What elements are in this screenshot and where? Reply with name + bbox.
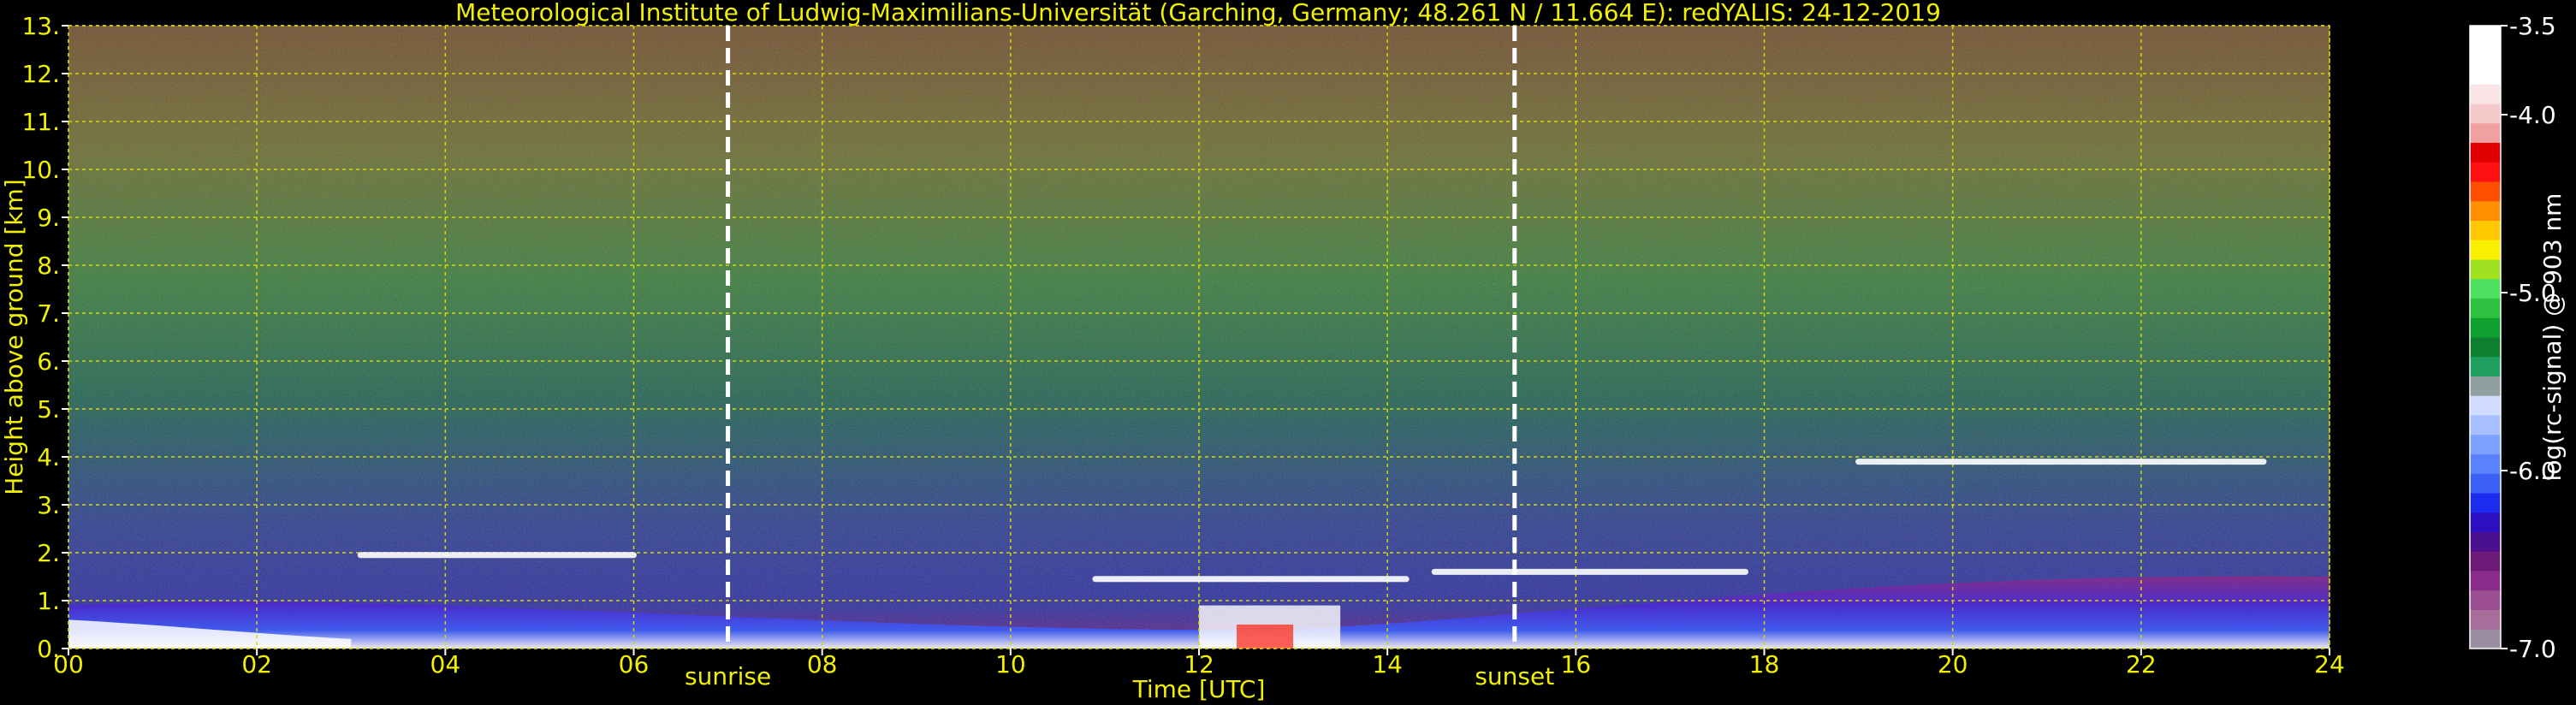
y-tick-label: 2. bbox=[37, 539, 60, 567]
colorbar-segment bbox=[2470, 64, 2501, 85]
colorbar-segment bbox=[2470, 337, 2501, 358]
colorbar-segment bbox=[2470, 122, 2501, 143]
x-tick-label: 24 bbox=[2314, 650, 2345, 678]
x-tick-label: 22 bbox=[2126, 650, 2157, 678]
colorbar-segment bbox=[2470, 104, 2501, 124]
colorbar-segment bbox=[2470, 84, 2501, 104]
colorbar-segment bbox=[2470, 415, 2501, 435]
y-tick-label: 8. bbox=[37, 252, 60, 280]
y-tick-label: 6. bbox=[37, 347, 60, 376]
x-axis-ticks: 00 02 04 06 08 10 12 14 16 18 20 22 24 bbox=[53, 649, 2345, 678]
x-tick-label: 16 bbox=[1561, 650, 1592, 678]
near-ground-aerosol bbox=[1237, 625, 1294, 649]
colorbar-segment bbox=[2470, 512, 2501, 532]
colorbar-segment bbox=[2470, 453, 2501, 474]
y-tick-label: 9. bbox=[37, 204, 60, 232]
event-label: sunset bbox=[1475, 662, 1554, 690]
y-tick-label: 11. bbox=[21, 108, 60, 136]
colorbar-segment bbox=[2470, 356, 2501, 376]
y-tick-label: 7. bbox=[37, 299, 60, 328]
colorbar-segment bbox=[2470, 571, 2501, 591]
x-tick-label: 20 bbox=[1938, 650, 1968, 678]
x-tick-label: 00 bbox=[53, 650, 84, 678]
colorbar-segment bbox=[2470, 181, 2501, 202]
colorbar-segment bbox=[2470, 278, 2501, 299]
x-axis-label: Time [UTC] bbox=[1132, 675, 1266, 703]
y-tick-label: 5. bbox=[37, 395, 60, 424]
colorbar-segment bbox=[2470, 44, 2501, 65]
colorbar-segment bbox=[2470, 142, 2501, 163]
colorbar-segment bbox=[2470, 531, 2501, 552]
y-tick-label: 3. bbox=[37, 491, 60, 519]
colorbar-segment bbox=[2470, 26, 2501, 46]
x-tick-label: 08 bbox=[807, 650, 838, 678]
x-tick-label: 02 bbox=[241, 650, 272, 678]
colorbar-tick-label: -7.0 bbox=[2509, 635, 2556, 663]
y-tick-label: 1. bbox=[37, 587, 60, 615]
colorbar-segment bbox=[2470, 629, 2501, 649]
colorbar-tick-label: -4.0 bbox=[2509, 101, 2556, 129]
event-label: sunrise bbox=[685, 662, 771, 690]
x-tick-label: 06 bbox=[619, 650, 650, 678]
colorbar-segment bbox=[2470, 551, 2501, 572]
x-tick-label: 04 bbox=[430, 650, 461, 678]
x-tick-label: 14 bbox=[1372, 650, 1403, 678]
colorbar-segment bbox=[2470, 298, 2501, 318]
colorbar-segment bbox=[2470, 589, 2501, 610]
colorbar-segment bbox=[2470, 493, 2501, 513]
colorbar-segment bbox=[2470, 376, 2501, 396]
colorbar-segment bbox=[2470, 259, 2501, 280]
y-tick-label: 12. bbox=[21, 60, 60, 88]
colorbar-segment bbox=[2470, 609, 2501, 630]
colorbar-label: log(rc-signal) @ 903 nm bbox=[2538, 193, 2567, 482]
colorbar-segment bbox=[2470, 473, 2501, 494]
y-tick-label: 4. bbox=[37, 443, 60, 471]
y-axis-label: Height above ground [km] bbox=[0, 179, 28, 495]
colorbar-segment bbox=[2470, 317, 2501, 338]
x-tick-label: 10 bbox=[995, 650, 1026, 678]
x-tick-label: 18 bbox=[1749, 650, 1780, 678]
colorbar-tick-label: -3.5 bbox=[2509, 12, 2556, 40]
colorbar-segment bbox=[2470, 162, 2501, 182]
colorbar-segment bbox=[2470, 395, 2501, 416]
y-axis-ticks: 0.1.2.3.4.5.6.7.8.9.10.11.12.13. bbox=[21, 12, 68, 663]
colorbar-segment bbox=[2470, 220, 2501, 240]
colorbar-segment bbox=[2470, 434, 2501, 454]
y-tick-label: 13. bbox=[21, 12, 60, 40]
colorbar-segment bbox=[2470, 240, 2501, 260]
lidar-chart: sunrise sunset 0.1.2.3.4.5.6.7.8.9.10.11.… bbox=[0, 12, 2567, 703]
colorbar-segment bbox=[2470, 200, 2501, 221]
